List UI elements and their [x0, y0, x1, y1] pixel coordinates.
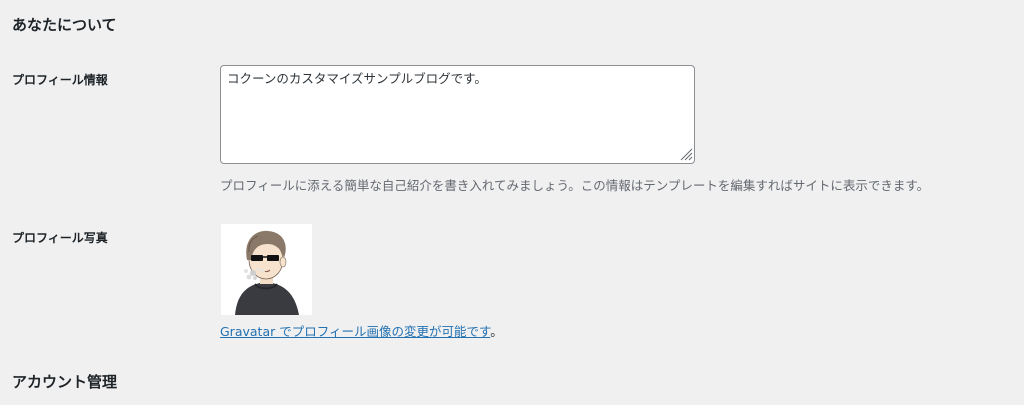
gravatar-note: Gravatar でプロフィール画像の変更が可能です。	[220, 323, 503, 341]
section-heading-account: アカウント管理	[12, 373, 118, 391]
resize-grip-icon[interactable]	[680, 148, 693, 161]
bio-description: プロフィールに添える簡単な自己紹介を書き入れてみましょう。この情報はテンプレート…	[220, 178, 930, 193]
avatar-illustration	[221, 224, 312, 315]
gravatar-note-suffix: 。	[490, 324, 503, 339]
bio-label: プロフィール情報	[12, 73, 108, 87]
section-heading-about: あなたについて	[12, 16, 117, 34]
bio-textarea[interactable]: コクーンのカスタマイズサンプルブログです。	[220, 65, 695, 164]
photo-label: プロフィール写真	[12, 231, 108, 245]
profile-settings-page: あなたについて プロフィール情報 コクーンのカスタマイズサンプルブログです。 プ…	[0, 0, 1024, 405]
avatar	[221, 224, 312, 315]
gravatar-link[interactable]: Gravatar でプロフィール画像の変更が可能です	[220, 324, 490, 339]
